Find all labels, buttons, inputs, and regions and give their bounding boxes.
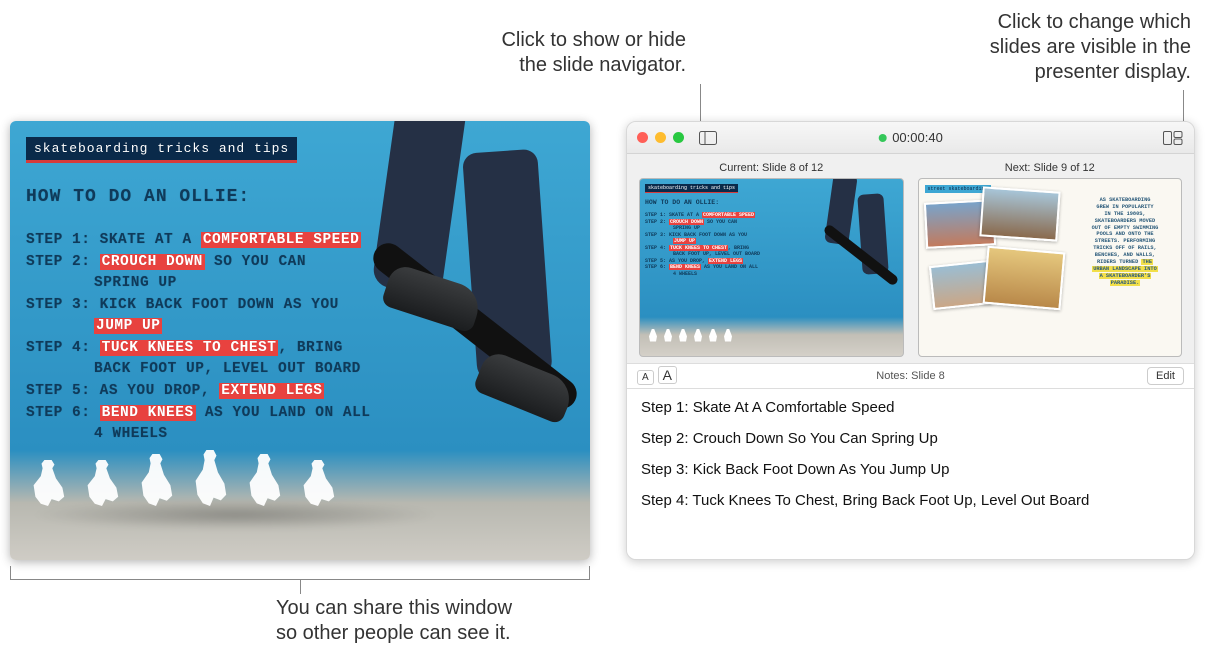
callout-navigator-text: Click to show or hide the slide navigato… <box>501 29 686 76</box>
slide-step-2: STEP 2: CROUCH DOWN SO YOU CAN <box>26 253 370 273</box>
zoom-window-button[interactable] <box>673 132 684 143</box>
current-slide-thumbnail[interactable]: skateboarding tricks and tips HOW TO DO … <box>639 178 904 357</box>
recording-indicator-icon <box>878 134 886 142</box>
next-slide-label: Next: Slide 9 of 12 <box>918 162 1183 174</box>
next-slide-body: AS SKATEBOARDING GREW IN POPULARITY IN T… <box>1075 197 1175 286</box>
slide-step-4b: BACK FOOT UP, LEVEL OUT BOARD <box>26 360 370 380</box>
slide-preview-row: Current: Slide 8 of 12 skateboarding tri… <box>627 154 1194 363</box>
slide-navigator-toggle-button[interactable] <box>697 130 719 146</box>
callout-layout: Click to change which slides are visible… <box>891 10 1191 85</box>
note-line: Step 3: Kick Back Foot Down As You Jump … <box>641 461 1180 478</box>
close-window-button[interactable] <box>637 132 648 143</box>
presenter-timer[interactable]: 00:00:40 <box>878 130 943 145</box>
edit-notes-button[interactable]: Edit <box>1147 367 1184 385</box>
note-line: Step 1: Skate At A Comfortable Speed <box>641 399 1180 416</box>
skater-progression-silhouettes <box>30 450 336 506</box>
current-slide-label: Current: Slide 8 of 12 <box>639 162 904 174</box>
slide-step-3: STEP 3: KICK BACK FOOT DOWN AS YOU <box>26 296 370 316</box>
window-controls <box>637 132 684 143</box>
minimize-window-button[interactable] <box>655 132 666 143</box>
decrease-notes-font-button[interactable]: A <box>637 370 654 385</box>
presenter-notes-area[interactable]: Step 1: Skate At A Comfortable Speed Ste… <box>627 389 1194 559</box>
slide-step-4: STEP 4: TUCK KNEES TO CHEST, BRING <box>26 339 370 359</box>
next-slide-column: Next: Slide 9 of 12 street skateboarding… <box>918 162 1183 357</box>
slide-step-6: STEP 6: BEND KNEES AS YOU LAND ON ALL <box>26 404 370 424</box>
note-line: Step 2: Crouch Down So You Can Spring Up <box>641 430 1180 447</box>
increase-notes-font-button[interactable]: A <box>658 366 677 384</box>
slide-step-3b: JUMP UP <box>26 317 370 337</box>
current-slide-column: Current: Slide 8 of 12 skateboarding tri… <box>639 162 904 357</box>
presenter-titlebar: 00:00:40 <box>627 122 1194 154</box>
timer-value: 00:00:40 <box>892 130 943 145</box>
presenter-display-window: 00:00:40 Current: Slide 8 of 12 skateboa… <box>626 121 1195 560</box>
slide-title: HOW TO DO AN OLLIE: <box>26 187 370 207</box>
slide-text-block: skateboarding tricks and tips HOW TO DO … <box>26 137 370 447</box>
callout-share: You can share this window so other peopl… <box>276 596 596 646</box>
presentation-slide-window: skateboarding tricks and tips HOW TO DO … <box>10 121 590 560</box>
slide-step-6b: 4 WHEELS <box>26 425 370 445</box>
presenter-layout-button[interactable] <box>1162 130 1184 146</box>
callout-share-text: You can share this window so other peopl… <box>276 597 512 644</box>
share-bracket <box>10 566 590 580</box>
note-line: Step 4: Tuck Knees To Chest, Bring Back … <box>641 492 1180 509</box>
notes-heading: Notes: Slide 8 <box>876 370 944 382</box>
callout-navigator: Click to show or hide the slide navigato… <box>426 28 686 78</box>
slide-step-1: STEP 1: SKATE AT A COMFORTABLE SPEED <box>26 231 370 251</box>
slide-topic-tag: skateboarding tricks and tips <box>26 137 297 163</box>
next-slide-thumbnail[interactable]: street skateboarding AS SKATEBOARDING GR… <box>918 178 1183 357</box>
slide-step-5: STEP 5: AS YOU DROP, EXTEND LEGS <box>26 382 370 402</box>
callout-layout-text: Click to change which slides are visible… <box>990 11 1191 83</box>
slide-step-2b: SPRING UP <box>26 274 370 294</box>
notes-toolbar: A A Notes: Slide 8 Edit <box>627 363 1194 389</box>
